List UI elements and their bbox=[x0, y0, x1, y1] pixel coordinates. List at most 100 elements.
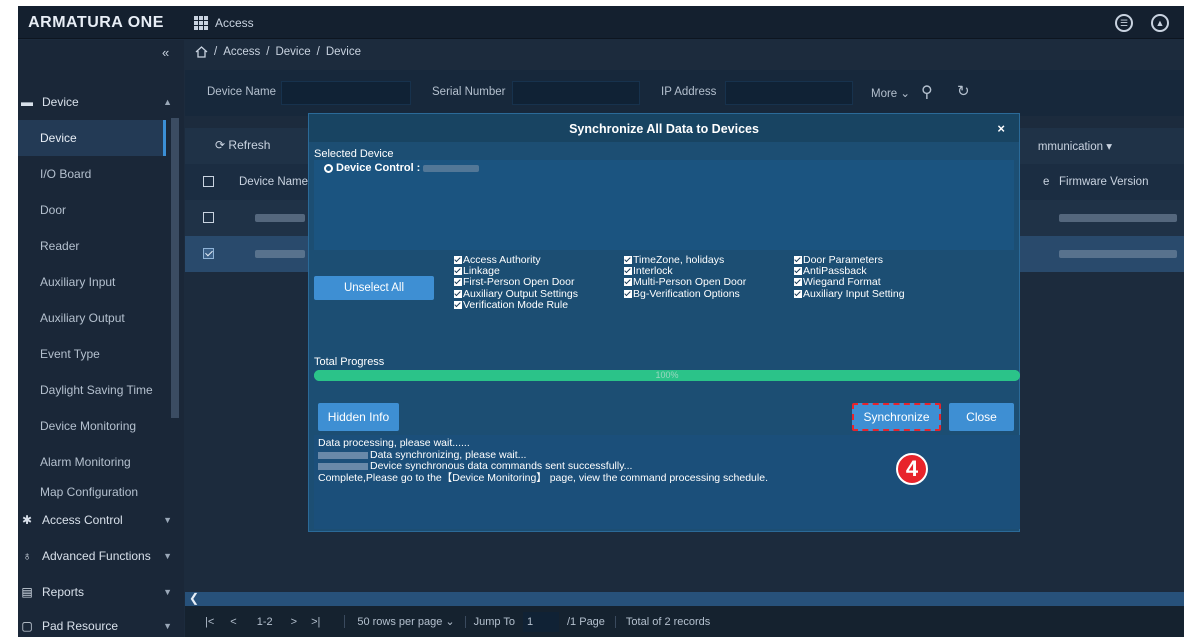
sidebar-item-device[interactable]: Device bbox=[18, 120, 166, 156]
checkbox-checked-icon bbox=[624, 278, 632, 287]
scroll-left-icon[interactable]: ❮ bbox=[189, 591, 199, 605]
communication-menu[interactable]: mmunication ▾ bbox=[1038, 139, 1112, 153]
breadcrumb: / Access / Device / Device bbox=[195, 46, 361, 58]
sidebar-group-reports[interactable]: ▤ Reports ▼ bbox=[18, 574, 184, 610]
sidebar-item-map-configuration[interactable]: Map Configuration bbox=[18, 480, 166, 504]
rows-per-page-select[interactable]: 50 rows per page ⌄ bbox=[344, 615, 455, 628]
option-auxiliary-input-setting[interactable]: Auxiliary Input Setting bbox=[794, 288, 905, 300]
option-door-parameters[interactable]: Door Parameters bbox=[794, 254, 905, 266]
column-header-firmware[interactable]: Firmware Version bbox=[1059, 176, 1148, 188]
breadcrumb-item[interactable]: Access bbox=[223, 46, 260, 58]
progress-bar: 100% bbox=[314, 370, 1020, 381]
report-icon: ▤ bbox=[21, 585, 33, 599]
checkbox-checked-icon bbox=[794, 266, 802, 275]
reset-icon[interactable]: ↻ bbox=[957, 82, 970, 100]
option-linkage[interactable]: Linkage bbox=[454, 265, 578, 277]
checkbox-checked-icon bbox=[454, 300, 462, 309]
device-icon: ▬ bbox=[21, 95, 33, 109]
serial-number-label: Serial Number bbox=[432, 86, 506, 98]
tablet-icon: ▢ bbox=[21, 619, 33, 633]
sidebar-group-advanced-functions[interactable]: ♁ Advanced Functions ▼ bbox=[18, 538, 184, 574]
sidebar-item-event-type[interactable]: Event Type bbox=[18, 336, 166, 372]
synchronize-button[interactable]: Synchronize bbox=[852, 403, 941, 431]
device-control-label: Device Control : bbox=[336, 162, 480, 174]
option-interlock[interactable]: Interlock bbox=[624, 265, 746, 277]
checkbox-checked-icon bbox=[794, 278, 802, 287]
jump-to-input[interactable]: 1 bbox=[523, 611, 559, 632]
option-multi-person-open-door[interactable]: Multi-Person Open Door bbox=[624, 276, 746, 288]
refresh-button[interactable]: ⟳ Refresh bbox=[215, 138, 270, 152]
close-icon[interactable]: × bbox=[997, 121, 1005, 136]
chat-icon[interactable]: ☰ bbox=[1115, 14, 1133, 32]
redacted-serial bbox=[423, 164, 480, 172]
app-logo: ARMATURA ONE bbox=[28, 13, 164, 31]
checkbox-checked-icon bbox=[794, 255, 802, 264]
apps-grid-icon[interactable] bbox=[194, 16, 208, 30]
option-timezone-holidays[interactable]: TimeZone, holidays bbox=[624, 254, 746, 266]
sidebar-item-reader[interactable]: Reader bbox=[18, 228, 166, 264]
sidebar-group-label: Access Control bbox=[42, 513, 123, 527]
next-page-button[interactable]: > bbox=[291, 616, 297, 628]
option-bg-verification-options[interactable]: Bg-Verification Options bbox=[624, 288, 746, 300]
checkbox-checked-icon bbox=[454, 278, 462, 287]
column-header-partial[interactable]: e bbox=[1043, 176, 1049, 188]
more-button[interactable]: More ⌄ bbox=[871, 86, 910, 100]
sidebar-group-label: Advanced Functions bbox=[42, 549, 151, 563]
options-column-3: Door Parameters AntiPassback Wiegand For… bbox=[794, 254, 905, 300]
hidden-info-button[interactable]: Hidden Info bbox=[318, 403, 399, 431]
sidebar-group-pad-resource[interactable]: ▢ Pad Resource ▼ bbox=[18, 608, 184, 637]
sidebar-item-auxiliary-input[interactable]: Auxiliary Input bbox=[18, 264, 166, 300]
option-access-authority[interactable]: Access Authority bbox=[454, 254, 578, 266]
option-wiegand-format[interactable]: Wiegand Format bbox=[794, 276, 905, 288]
sidebar-group-access-control[interactable]: ✱ Access Control ▼ bbox=[18, 502, 184, 538]
checkbox-checked-icon bbox=[624, 266, 632, 275]
total-records: Total of 2 records bbox=[614, 615, 710, 628]
close-button[interactable]: Close bbox=[949, 403, 1014, 431]
step-number-badge: 4 bbox=[896, 453, 928, 485]
option-first-person-open-door[interactable]: First-Person Open Door bbox=[454, 276, 578, 288]
redacted-ip bbox=[318, 451, 368, 459]
sidebar-item-device-monitoring[interactable]: Device Monitoring bbox=[18, 408, 166, 444]
row-checkbox[interactable] bbox=[203, 212, 214, 223]
ip-address-input[interactable] bbox=[725, 81, 853, 105]
selected-device-label: Selected Device bbox=[314, 148, 394, 160]
serial-number-input[interactable] bbox=[512, 81, 640, 105]
sidebar-item-io-board[interactable]: I/O Board bbox=[18, 156, 166, 192]
collapse-sidebar-icon[interactable]: « bbox=[162, 45, 169, 60]
scrollbar-thumb[interactable] bbox=[171, 118, 179, 418]
horizontal-scrollbar[interactable]: ❮ bbox=[185, 591, 1184, 606]
sidebar-item-alarm-monitoring[interactable]: Alarm Monitoring bbox=[18, 444, 166, 480]
option-antipassback[interactable]: AntiPassback bbox=[794, 265, 905, 277]
breadcrumb-item[interactable]: Device bbox=[275, 46, 310, 58]
option-auxiliary-output-settings[interactable]: Auxiliary Output Settings bbox=[454, 288, 578, 300]
chevron-down-icon: ▼ bbox=[163, 515, 172, 525]
redacted-ip bbox=[318, 463, 368, 471]
search-icon[interactable]: ⚲ bbox=[921, 82, 933, 102]
unselect-all-button[interactable]: Unselect All bbox=[314, 276, 434, 300]
sidebar-scrollbar[interactable] bbox=[171, 118, 179, 418]
option-verification-mode-rule[interactable]: Verification Mode Rule bbox=[454, 299, 578, 311]
device-name-input[interactable] bbox=[281, 81, 411, 105]
bell-icon[interactable]: ▲ bbox=[1151, 14, 1169, 32]
device-radio[interactable] bbox=[324, 164, 333, 173]
chevron-up-icon: ▲ bbox=[163, 97, 172, 107]
options-column-1: Access Authority Linkage First-Person Op… bbox=[454, 254, 578, 311]
checkbox-checked-icon bbox=[454, 289, 462, 298]
column-header-device-name[interactable]: Device Name bbox=[239, 176, 308, 188]
home-icon[interactable] bbox=[195, 46, 208, 58]
sidebar-item-daylight-saving-time[interactable]: Daylight Saving Time bbox=[18, 372, 166, 408]
prev-page-button[interactable]: < bbox=[230, 616, 236, 628]
first-page-button[interactable]: |< bbox=[205, 616, 214, 628]
module-title: Access bbox=[215, 16, 254, 30]
sidebar-item-auxiliary-output[interactable]: Auxiliary Output bbox=[18, 300, 166, 336]
page-count: /1 Page bbox=[567, 615, 605, 628]
checkbox-checked-icon bbox=[624, 255, 632, 264]
sidebar-group-label: Device bbox=[42, 95, 79, 109]
sidebar-item-door[interactable]: Door bbox=[18, 192, 166, 228]
selected-device-box: Device Control : bbox=[314, 160, 1014, 250]
select-all-checkbox[interactable] bbox=[203, 176, 214, 187]
redacted-cell bbox=[255, 250, 305, 258]
last-page-button[interactable]: >| bbox=[311, 616, 320, 628]
row-checkbox[interactable] bbox=[203, 248, 214, 259]
sidebar-group-device[interactable]: ▬ Device ▲ bbox=[18, 84, 184, 120]
